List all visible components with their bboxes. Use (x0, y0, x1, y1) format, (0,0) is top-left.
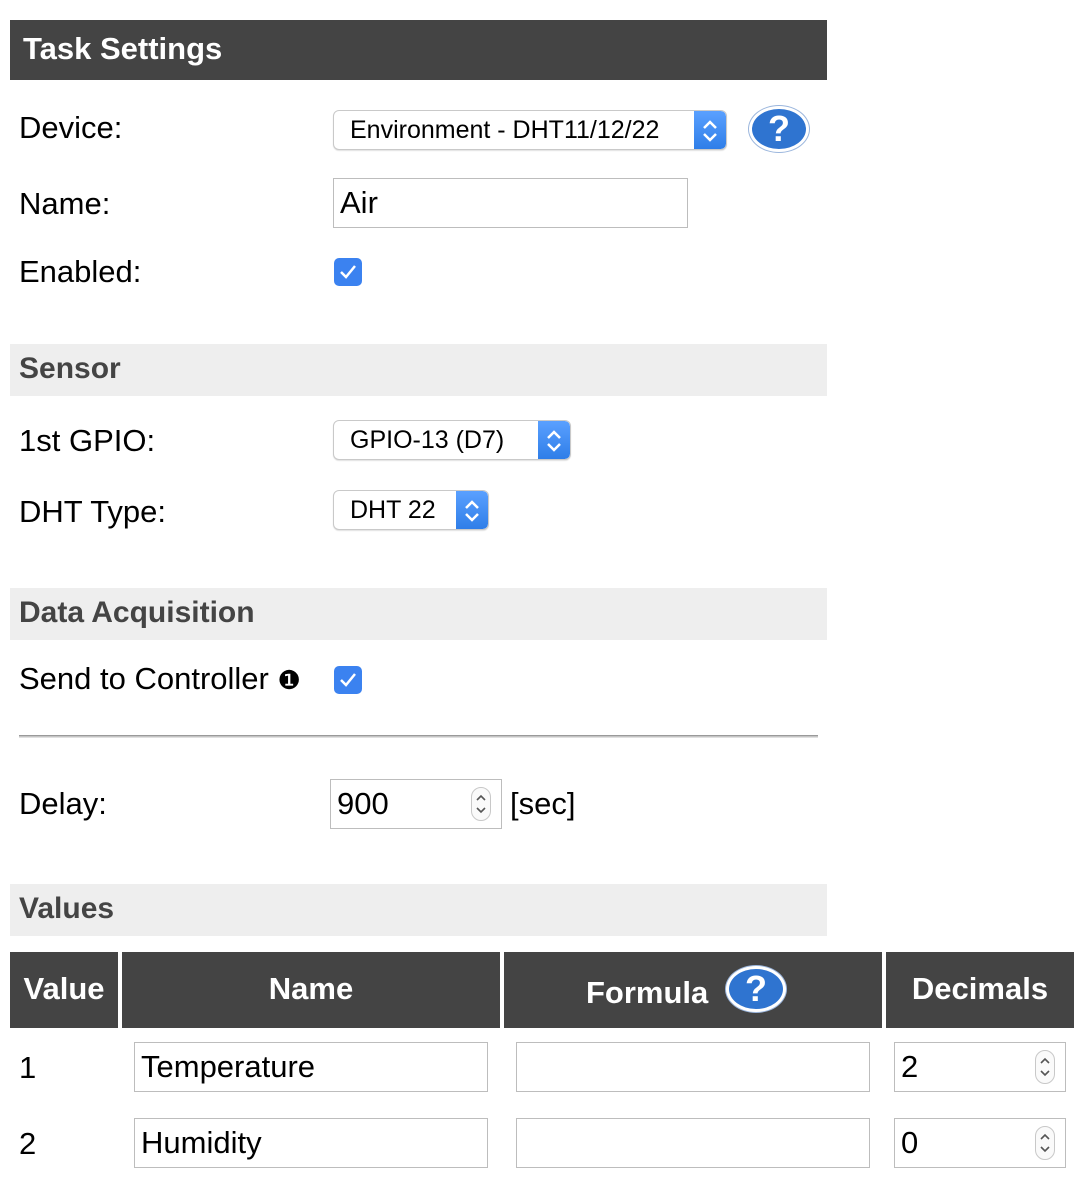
values-header: Values (10, 884, 827, 936)
send-to-controller-label: Send to Controller ❶ (19, 661, 301, 698)
help-icon: ? (745, 968, 767, 1009)
task-name-input[interactable]: Air (333, 178, 688, 228)
formula-header-text: Formula (586, 975, 709, 1010)
spinner-icon[interactable] (471, 787, 491, 821)
send-to-controller-checkbox[interactable] (334, 666, 362, 694)
formula-help-button[interactable]: ? (726, 966, 786, 1012)
value-index: 2 (19, 1126, 37, 1161)
delay-input[interactable]: 900 (330, 779, 502, 829)
controller-number-marker: ❶ (277, 665, 301, 695)
data-acquisition-header: Data Acquisition (10, 588, 827, 640)
value-name-input[interactable]: Humidity (134, 1118, 488, 1168)
dht-type-select[interactable]: DHT 22 (333, 490, 489, 530)
delay-value: 900 (337, 786, 389, 821)
column-header-decimals: Decimals (886, 952, 1074, 1028)
gpio-select[interactable]: GPIO-13 (D7) (333, 420, 571, 460)
device-label: Device: (19, 110, 123, 145)
enabled-checkbox[interactable] (334, 258, 362, 286)
dht-type-select-value: DHT 22 (350, 496, 436, 524)
delay-unit: [sec] (510, 786, 576, 821)
value-decimals: 0 (901, 1125, 919, 1160)
send-to-controller-text: Send to Controller (19, 661, 269, 696)
device-help-button[interactable]: ? (749, 106, 809, 152)
check-icon (340, 673, 356, 687)
spinner-icon[interactable] (1035, 1126, 1055, 1160)
value-formula-input[interactable] (516, 1118, 870, 1168)
check-icon (340, 265, 356, 279)
column-header-formula: Formula ? (504, 952, 882, 1028)
select-arrows-icon (694, 111, 726, 149)
column-header-name: Name (122, 952, 500, 1028)
sensor-header: Sensor (10, 344, 827, 396)
select-arrows-icon (456, 491, 488, 529)
help-icon: ? (768, 108, 790, 149)
column-header-value: Value (10, 952, 118, 1028)
value-decimals-input[interactable]: 0 (894, 1118, 1066, 1168)
section-divider (19, 735, 818, 738)
gpio-label: 1st GPIO: (19, 423, 156, 458)
select-arrows-icon (538, 421, 570, 459)
value-decimals-input[interactable]: 2 (894, 1042, 1066, 1092)
value-decimals: 2 (901, 1049, 919, 1084)
task-settings-header: Task Settings (10, 20, 827, 80)
dht-type-label: DHT Type: (19, 494, 167, 529)
name-label: Name: (19, 186, 111, 221)
device-select-value: Environment - DHT11/12/22 (350, 116, 660, 144)
spinner-icon[interactable] (1035, 1050, 1055, 1084)
enabled-label: Enabled: (19, 254, 142, 289)
gpio-select-value: GPIO-13 (D7) (350, 426, 505, 454)
value-name-input[interactable]: Temperature (134, 1042, 488, 1092)
delay-label: Delay: (19, 786, 107, 821)
value-formula-input[interactable] (516, 1042, 870, 1092)
device-select[interactable]: Environment - DHT11/12/22 (333, 110, 727, 150)
value-index: 1 (19, 1050, 37, 1085)
